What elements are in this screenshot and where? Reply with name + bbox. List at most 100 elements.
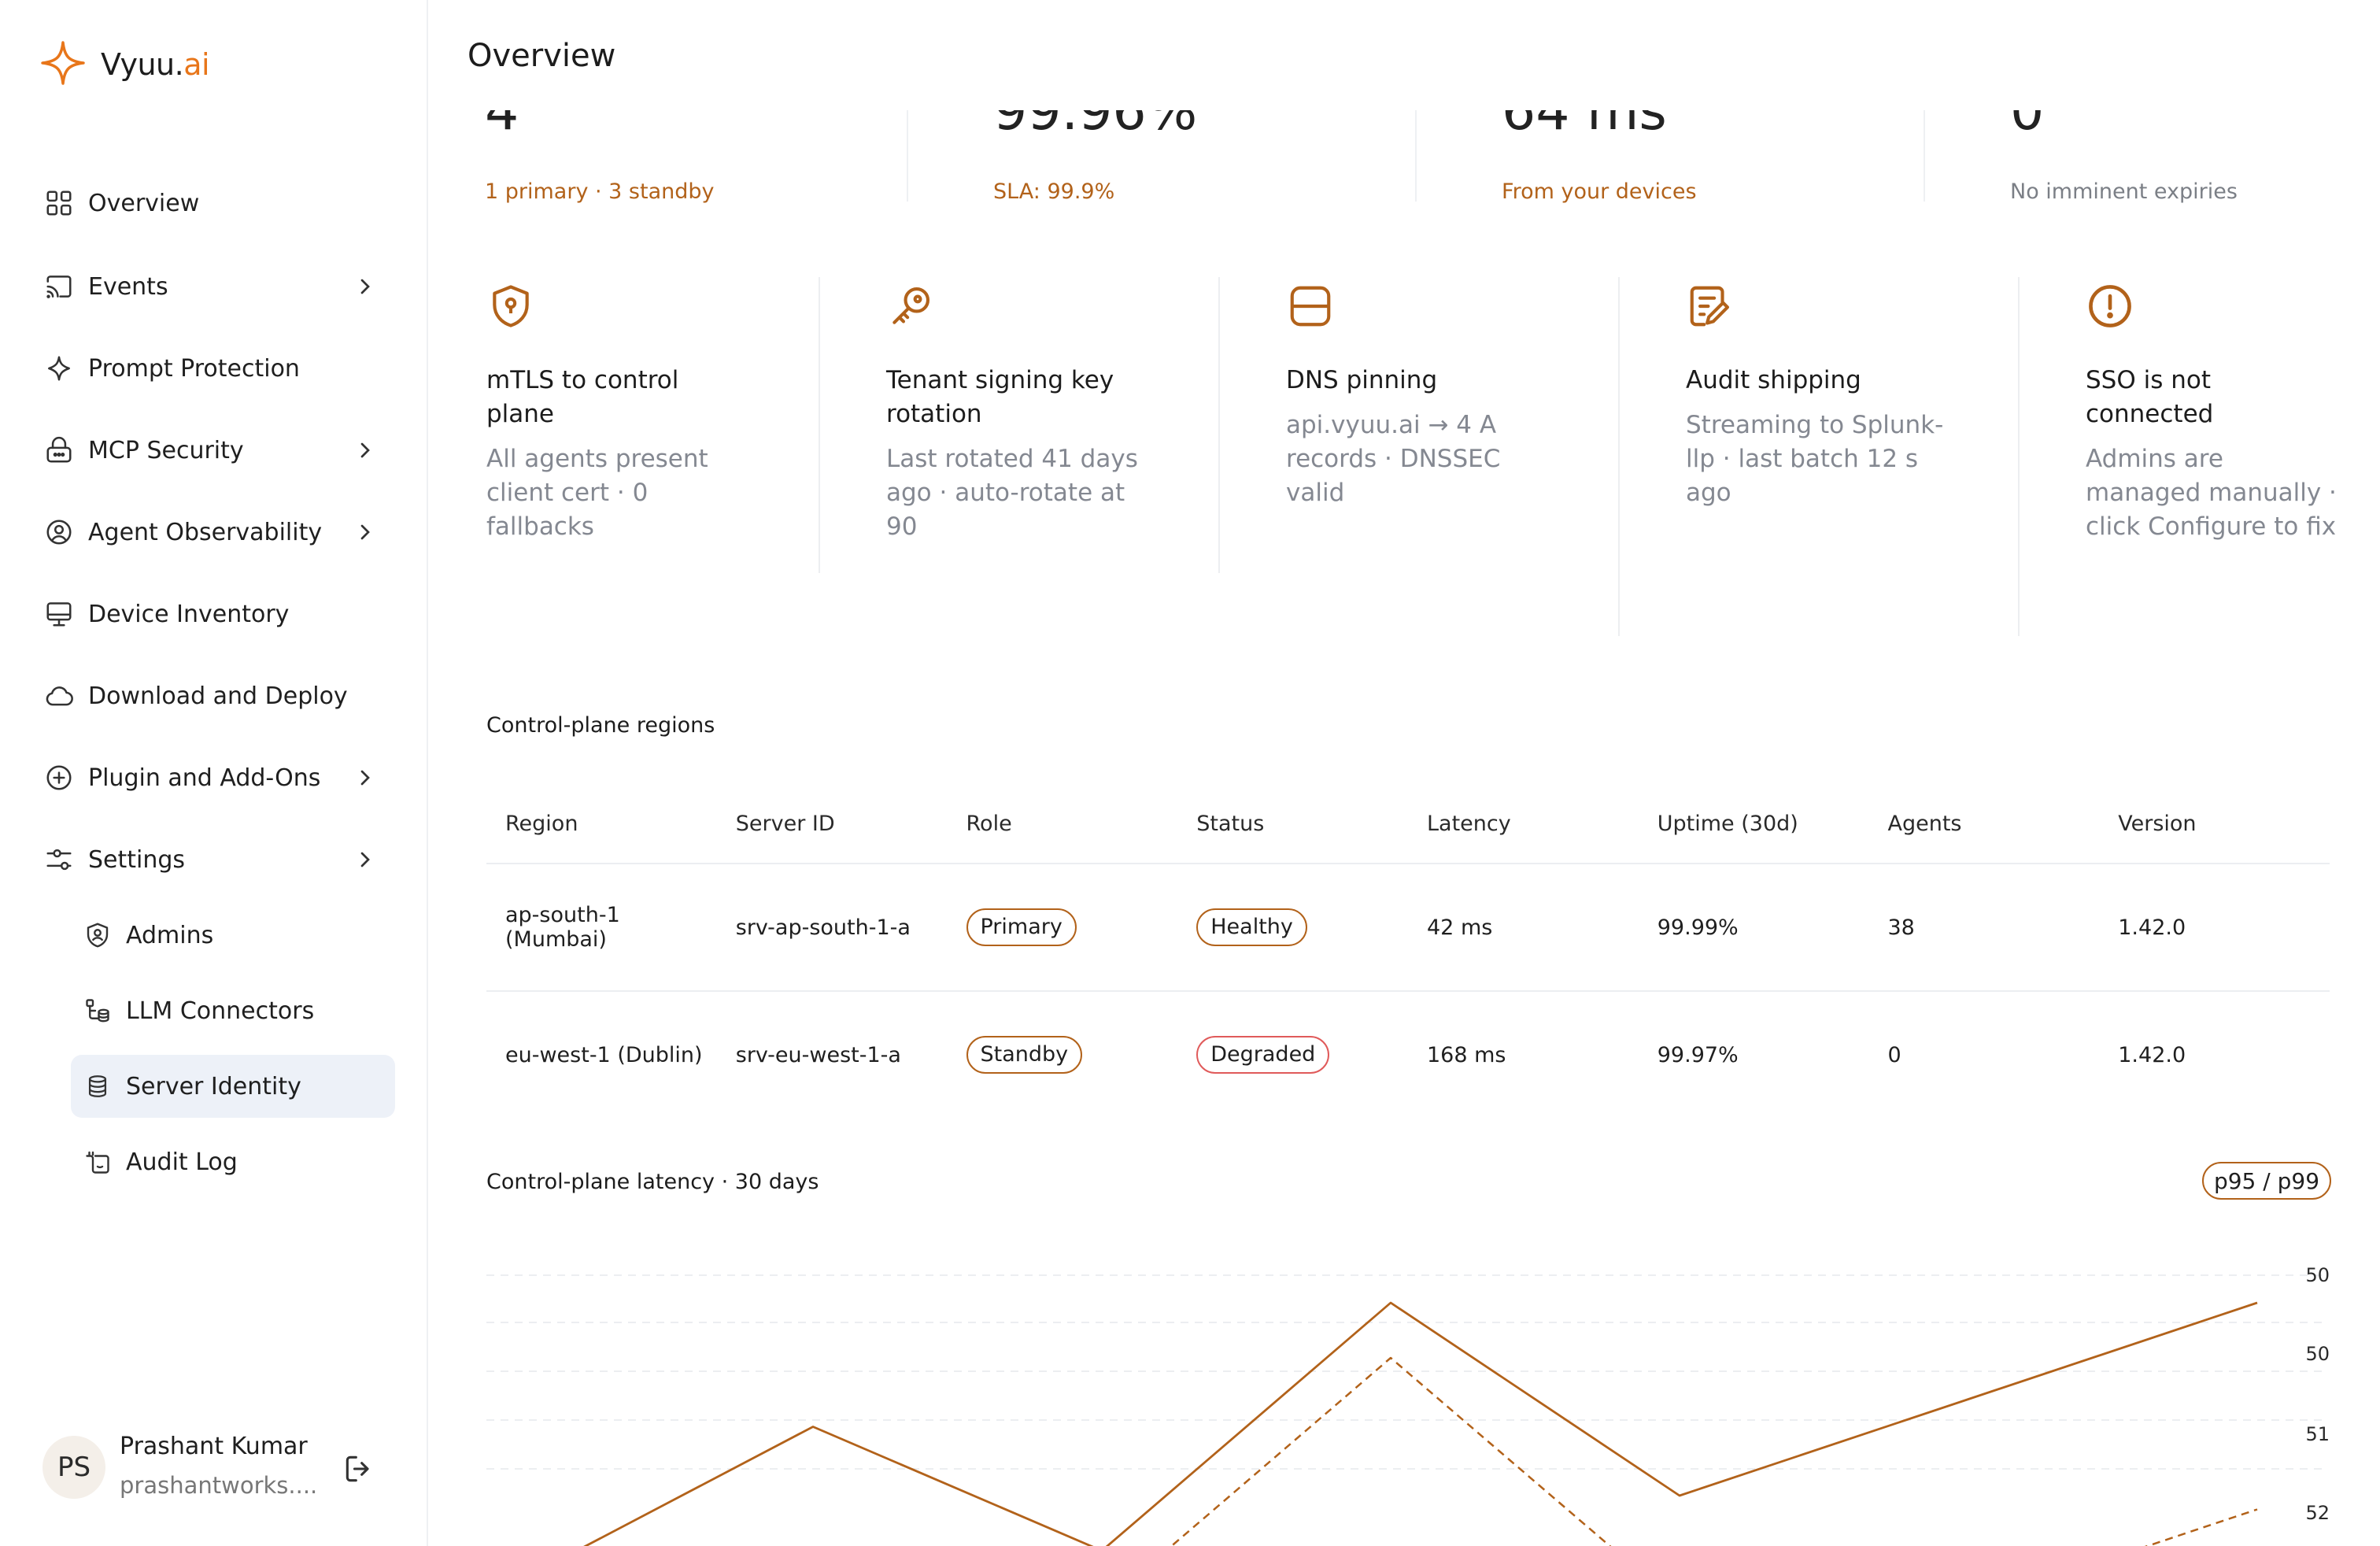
sidebar-subitem-admins[interactable]: Admins [71, 904, 395, 967]
column-header[interactable]: Version [2099, 784, 2330, 864]
divider [1218, 277, 1220, 573]
cloud-icon [42, 679, 76, 712]
brand-name-suffix: ai [183, 47, 210, 82]
sidebar-item-label: Overview [88, 189, 200, 217]
regions-table: Region Server ID Role Status Latency Upt… [486, 784, 2330, 1118]
sidebar-item-overview[interactable]: Overview [42, 178, 389, 228]
cell-version: 1.42.0 [2118, 1042, 2186, 1067]
logout-icon[interactable] [342, 1452, 376, 1486]
feature-card-dns-pinning: DNS pinning api.vyuu.ai → 4 A records · … [1270, 282, 1617, 510]
sidebar-item-plugins[interactable]: Plugin and Add-Ons [42, 753, 389, 803]
feature-title: DNS pinning [1286, 366, 1438, 394]
stats-row: 4 1 primary · 3 standby 99.96% SLA: 99.9… [430, 110, 2380, 205]
avatar: PS [42, 1436, 105, 1499]
series-line-p99 [1170, 1356, 2258, 1546]
column-header[interactable]: Server ID [716, 784, 948, 864]
sliders-icon [42, 843, 76, 876]
divider [1924, 110, 1925, 202]
feature-card-key-rotation: Tenant signing key rotation Last rotated… [870, 282, 1217, 544]
column-header[interactable]: Status [1177, 784, 1408, 864]
divider [819, 277, 820, 573]
cell-server-id: srv-ap-south-1-a [716, 864, 948, 992]
column-header[interactable]: Latency [1408, 784, 1639, 864]
role-badge: Primary [966, 908, 1077, 946]
log-icon [82, 1146, 113, 1178]
sidebar-subitem-llm-connectors[interactable]: LLM Connectors [71, 979, 395, 1042]
main-content: Overview 4 1 primary · 3 standby 99.96% … [430, 0, 2380, 1546]
status-badge: Healthy [1196, 908, 1307, 946]
cell-region: eu-west-1 (Dublin) [505, 1042, 703, 1067]
shield-lock-icon [493, 285, 529, 327]
divider [1618, 277, 1620, 636]
column-header[interactable]: Role [947, 784, 1178, 864]
column-header[interactable]: Agents [1868, 784, 2100, 864]
series-line-p95 [583, 1301, 2258, 1546]
cell-latency: 168 ms [1427, 1042, 1506, 1067]
sidebar-subitem-audit-log[interactable]: Audit Log [71, 1130, 395, 1193]
sidebar-subitem-server-identity[interactable]: Server Identity [71, 1055, 395, 1118]
chart-title: Control-plane latency · 30 days [486, 1170, 819, 1194]
cell-role: Standby [948, 991, 1178, 1118]
chevron-right-icon [353, 438, 378, 463]
feature-title: SSO is not connected [2086, 366, 2214, 428]
stat-value: 0 [2010, 110, 2045, 142]
chart-percentile-badge[interactable]: p95 / p99 [2202, 1162, 2331, 1200]
feature-description: Last rotated 41 days ago · auto-rotate a… [886, 445, 1138, 541]
sidebar-item-label: Prompt Protection [88, 354, 300, 383]
sidebar-item-settings[interactable]: Settings [42, 834, 389, 885]
feature-title: Tenant signing key rotation [886, 366, 1114, 428]
app-window: Vyuu.ai Overview Events Prompt Protectio… [0, 0, 2380, 1546]
sidebar-item-agent-observability[interactable]: Agent Observability [42, 507, 389, 557]
feature-card-audit-shipping: Audit shipping Streaming to Splunk-llp ·… [1670, 282, 2016, 510]
sidebar-item-mcp-security[interactable]: MCP Security [42, 425, 389, 475]
sidebar-item-events[interactable]: Events [42, 261, 389, 312]
table-row[interactable]: ap-south-1 (Mumbai) srv-ap-south-1-a Pri… [486, 864, 2330, 992]
sidebar-item-label: Plugin and Add-Ons [88, 764, 321, 792]
user-name: Prashant Kumar [120, 1433, 308, 1460]
feature-title: mTLS to control plane [486, 366, 679, 428]
cell-agents: 38 [1868, 864, 2100, 992]
stat-subtext: 1 primary · 3 standby [485, 179, 715, 204]
sparkle-logo-icon [39, 39, 87, 90]
cell-latency: 42 ms [1408, 864, 1639, 992]
cell-uptime: 99.97% [1657, 1042, 1739, 1067]
sidebar-item-device-inventory[interactable]: Device Inventory [42, 589, 389, 639]
sidebar-item-label: MCP Security [88, 436, 244, 464]
database-icon [82, 1071, 113, 1102]
sidebar-item-prompt-protection[interactable]: Prompt Protection [42, 343, 389, 394]
sidebar: Vyuu.ai Overview Events Prompt Protectio… [0, 0, 428, 1546]
brand-name-main: Vyuu. [101, 47, 184, 82]
sidebar-item-download-deploy[interactable]: Download and Deploy [42, 671, 389, 721]
shield-user-icon [82, 919, 113, 951]
feature-description: api.vyuu.ai → 4 A records · DNSSEC valid [1286, 411, 1501, 507]
sidebar-item-label: Agent Observability [88, 518, 323, 546]
alert-circle-icon [2089, 285, 2131, 327]
y-tick-label: 51 [2305, 1423, 2330, 1445]
user-profile[interactable]: PS Prashant Kumar prashantworks.... [42, 1433, 389, 1503]
feature-description: Streaming to Splunk-llp · last batch 12 … [1686, 411, 1944, 507]
column-header[interactable]: Uptime (30d) [1638, 784, 1869, 864]
cell-agents: 0 [1887, 1042, 1901, 1067]
cell-server-id: srv-eu-west-1-a [735, 1042, 901, 1067]
page-title: Overview [468, 38, 616, 74]
y-tick-label: 50 [2305, 1264, 2330, 1286]
feature-card-sso: SSO is not connected Admins are managed … [2070, 282, 2380, 544]
user-email: prashantworks.... [120, 1472, 318, 1499]
cell-status: Healthy [1177, 864, 1408, 992]
sidebar-item-label: Download and Deploy [88, 682, 348, 710]
sidebar-subitem-label: LLM Connectors [126, 997, 315, 1025]
table-header-row: Region Server ID Role Status Latency Upt… [486, 784, 2330, 864]
stat-subtext: No imminent expiries [2010, 179, 2238, 204]
sidebar-item-label: Events [88, 272, 168, 301]
connector-icon [82, 995, 113, 1026]
divider [1415, 110, 1417, 202]
sparkle-icon [42, 352, 76, 385]
table-row[interactable]: eu-west-1 (Dublin) srv-eu-west-1-a Stand… [486, 991, 2330, 1118]
column-header[interactable]: Region [486, 784, 717, 864]
edit-document-icon [1690, 286, 1730, 327]
cell-uptime: 99.99% [1638, 864, 1869, 992]
brand[interactable]: Vyuu.ai [39, 39, 210, 90]
brand-name: Vyuu.ai [101, 47, 210, 82]
cell-region: ap-south-1 (Mumbai) [486, 864, 717, 992]
sidebar-item-label: Device Inventory [88, 600, 290, 628]
